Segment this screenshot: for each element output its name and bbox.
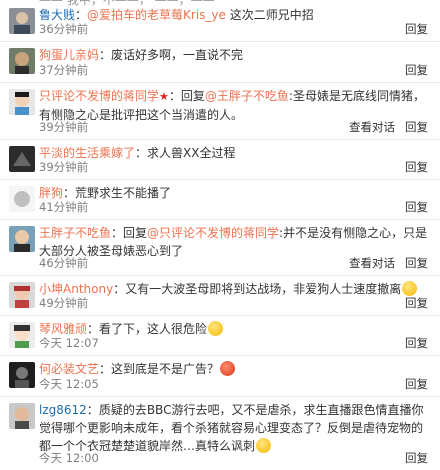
commenter-name[interactable]: 只评论不发博的蒋同学 [39,89,159,103]
comment-actions: 查看对话 回复 [339,119,428,135]
comment-actions: 回复 [395,376,428,392]
comment-item: 胖狗：荒野求生不能播了 41分钟前 回复 [0,180,440,220]
comment-body: 荒野求生不能播了 [75,186,172,200]
separator: ： [135,146,148,160]
comment-actions: 查看对话 回复 [339,255,428,271]
timestamp: 37分钟前 [39,63,89,77]
comment-body: 求人兽XX全过程 [147,146,236,160]
commenter-name[interactable]: 狗蛋儿亲妈 [39,48,99,62]
commenter-name[interactable]: 胖狗 [39,186,63,200]
comment-body: 看了下，这人很危险 [99,322,208,336]
comment-actions: 回复 [395,21,428,37]
comment-actions: 回复 [395,295,428,311]
commenter-name[interactable]: 鲁大贱 [39,8,75,22]
comment-item: 小坤Anthony：又有一大波圣母即将到达战场，非爱狗人士速度撤离 49分钟前 … [0,276,440,316]
separator: ：回复 [168,89,205,103]
comment-body: 废话好多啊，一直说不完 [111,48,244,62]
separator: ： [99,362,112,376]
mention-link[interactable]: @王胖子不吃鱼 [205,89,289,103]
reply-link[interactable]: 回复 [405,22,428,36]
commenter-name[interactable]: 琴风雅顽 [39,322,87,336]
comment-actions: 回复 [395,62,428,78]
separator: ： [75,8,88,22]
reply-link[interactable]: 回复 [405,160,428,174]
avatar[interactable] [9,322,35,348]
comment-actions: 回复 [395,159,428,175]
comment-body: 这次二师兄中招 [225,8,314,22]
comment-item: 琴风雅顽：看了下，这人很危险 今天 12:07 回复 [0,316,440,356]
view-conversation-link[interactable]: 查看对话 [349,120,395,134]
view-conversation-link[interactable]: 查看对话 [349,256,395,270]
separator: ： [63,186,76,200]
comment-item: 王胖子不吃鱼：回复@只评论不发博的蒋同学:并不是没有恻隐之心，只是大部分人被圣母… [0,220,440,276]
reply-link[interactable]: 回复 [405,336,428,350]
commenter-name[interactable]: 何必装文艺 [39,362,99,376]
separator: ： [113,282,126,296]
avatar[interactable] [9,226,35,252]
comment-item: 平淡的生活乘嫁了：求人兽XX全过程 39分钟前 回复 [0,140,440,180]
separator: ： [86,403,99,417]
avatar[interactable] [9,8,35,34]
avatar[interactable] [9,282,35,308]
timestamp: 46分钟前 [39,256,89,270]
angry-emoji-icon [220,361,236,376]
separator: ： [99,48,112,62]
reply-link[interactable]: 回复 [405,120,428,134]
comment-text: lzg8612：质疑的去BBC游行去吧，又不是虐杀，求生直播跟色情直播你觉得哪个… [39,401,428,455]
separator: ： [87,322,100,336]
reply-link[interactable]: 回复 [405,296,428,310]
comment-text: 鲁大贱：@爱拍车的老草莓Kris_ye 这次二师兄中招 [39,6,428,24]
comment-body: 这到底是不是广告？ [111,362,220,376]
avatar[interactable] [9,146,35,172]
timestamp: 今天 12:07 [39,336,99,350]
comment-actions: 回复 [395,450,428,466]
comment-item: 鲁大贱：@爱拍车的老草莓Kris_ye 这次二师兄中招 36分钟前 回复 [0,0,440,42]
reply-link[interactable]: 回复 [405,200,428,214]
comment-body: 又有一大波圣母即将到达战场，非爱狗人士速度撤离 [125,282,402,296]
laugh-emoji-icon [256,438,272,453]
comment-text: 胖狗：荒野求生不能播了 [39,184,428,202]
timestamp: 41分钟前 [39,200,89,214]
comment-item: 何必装文艺：这到底是不是广告？ 今天 12:05 回复 [0,356,440,397]
separator: ：回复 [111,226,148,240]
smiley-emoji-icon [402,281,418,296]
timestamp: 39分钟前 [39,160,89,174]
reply-link[interactable]: 回复 [405,256,428,270]
comment-text: 平淡的生活乘嫁了：求人兽XX全过程 [39,144,428,162]
reply-link[interactable]: 回复 [405,451,428,465]
commenter-name[interactable]: 王胖子不吃鱼 [39,226,111,240]
timestamp: 36分钟前 [39,22,89,36]
timestamp: 今天 12:05 [39,377,99,391]
commenter-name[interactable]: 小坤Anthony [39,282,113,296]
comment-text: 狗蛋儿亲妈：废话好多啊，一直说不完 [39,46,428,64]
avatar[interactable] [9,89,35,115]
comment-item: lzg8612：质疑的去BBC游行去吧，又不是虐杀，求生直播跟色情直播你觉得哪个… [0,397,440,470]
vip-star-icon: ★ [159,90,169,103]
timestamp: 49分钟前 [39,296,89,310]
mention-link[interactable]: @只评论不发博的蒋同学 [147,226,279,240]
avatar[interactable] [9,362,35,388]
reply-link[interactable]: 回复 [405,377,428,391]
comment-item: 狗蛋儿亲妈：废话好多啊，一直说不完 37分钟前 回复 [0,42,440,83]
avatar[interactable] [9,48,35,74]
avatar[interactable] [9,403,35,429]
comment-item: 只评论不发博的蒋同学★：回复@王胖子不吃鱼:圣母婊是无底线同情猪，有恻隐之心是批… [0,83,440,140]
comment-text: 小坤Anthony：又有一大波圣母即将到达战场，非爱狗人士速度撤离 [39,280,428,298]
mention-link[interactable]: @爱拍车的老草莓Kris_ye [87,8,226,22]
comment-actions: 回复 [395,335,428,351]
comment-actions: 回复 [395,199,428,215]
reply-link[interactable]: 回复 [405,63,428,77]
avatar[interactable] [9,186,35,212]
commenter-name[interactable]: lzg8612 [39,403,87,417]
commenter-name[interactable]: 平淡的生活乘嫁了 [39,146,135,160]
smile-emoji-icon [208,321,224,336]
timestamp: 今天 12:00 [39,451,99,465]
timestamp: 39分钟前 [39,120,89,134]
